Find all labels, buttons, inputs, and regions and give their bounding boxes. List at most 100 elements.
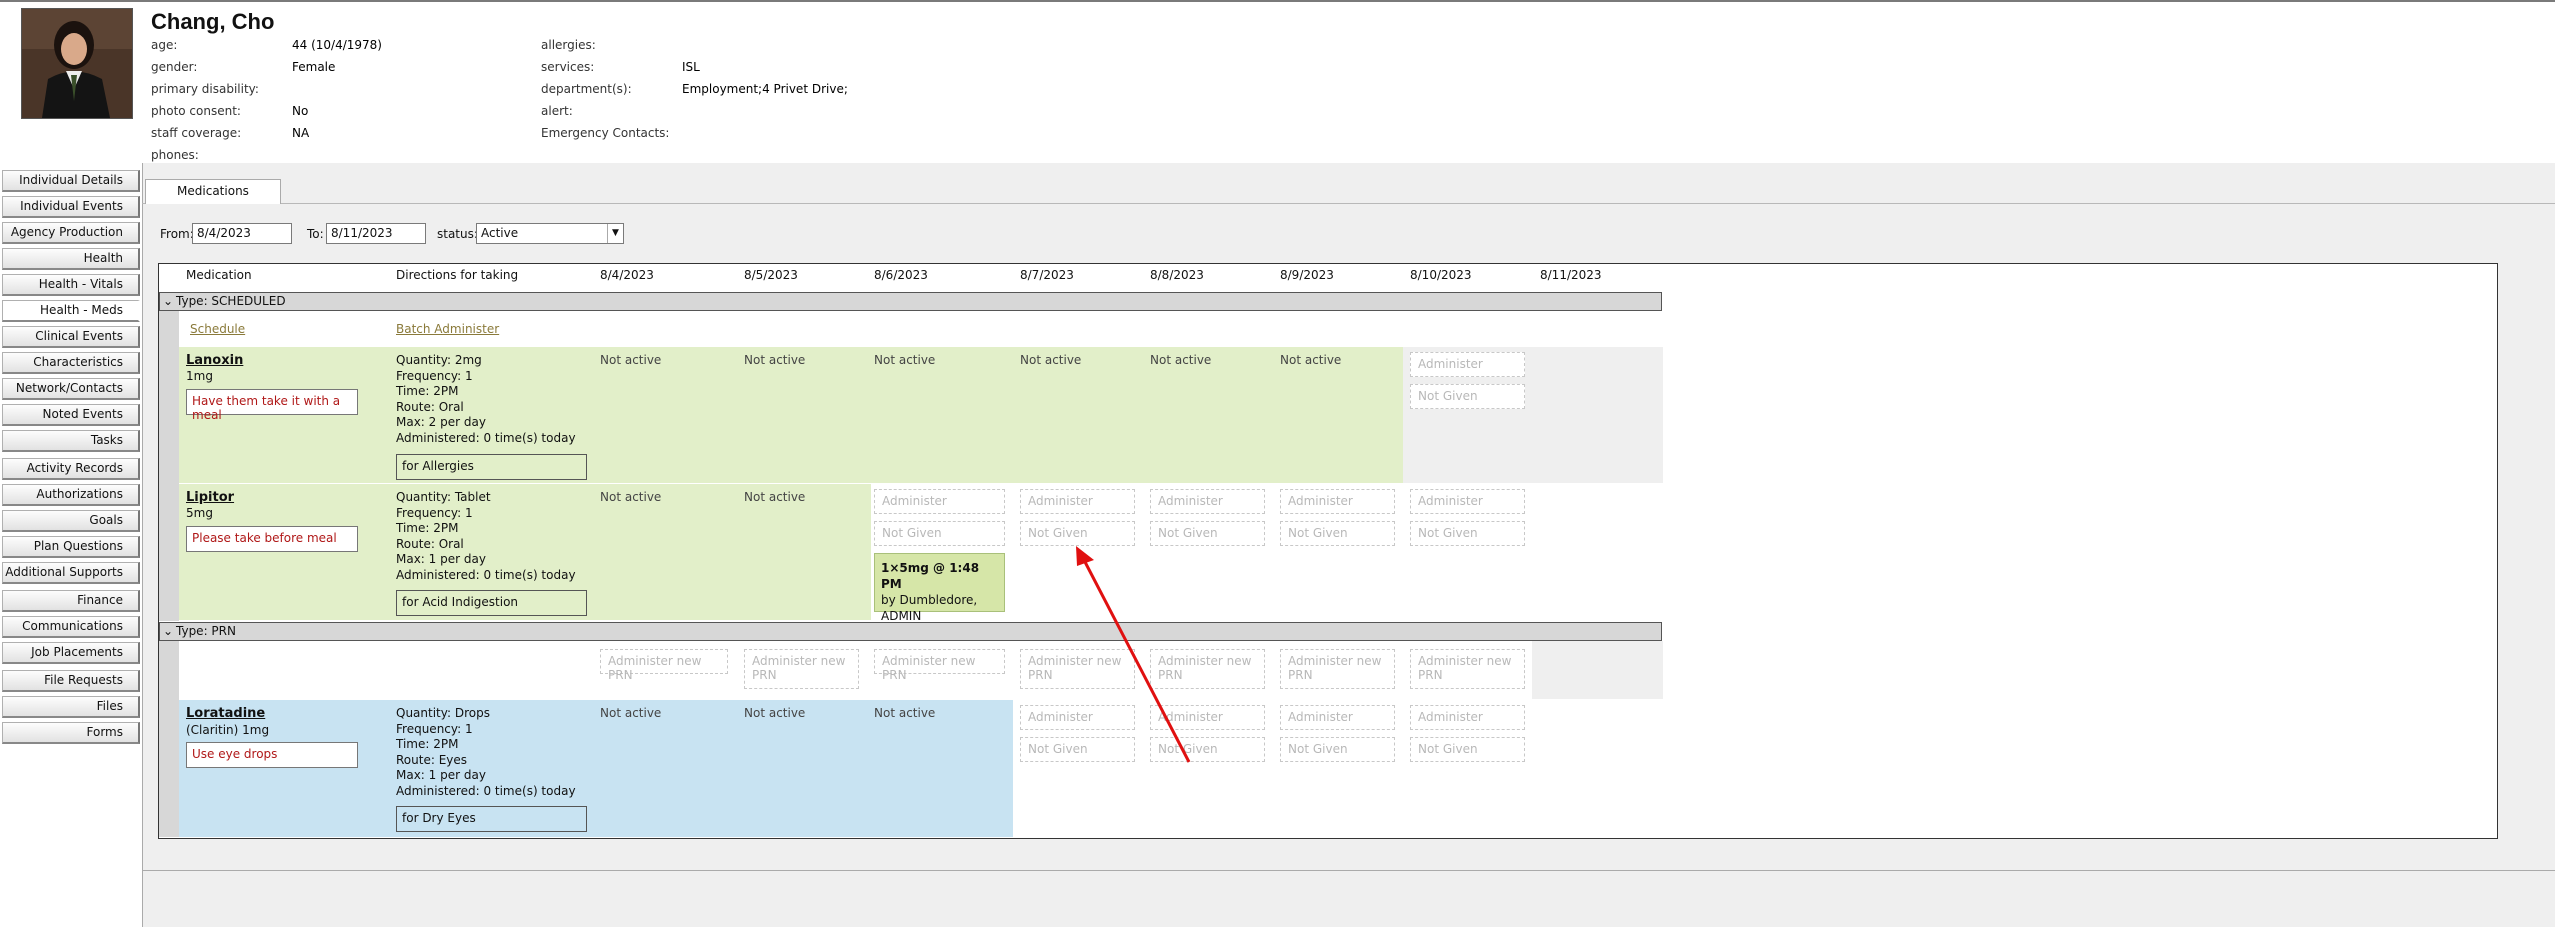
med-dose: 1mg (186, 369, 213, 383)
primary-disability-label: primary disability: (151, 82, 259, 96)
direction-max: Max: 1 per day (396, 552, 486, 567)
chevron-collapse-icon[interactable]: ⌄ (160, 293, 176, 310)
chevron-down-icon[interactable]: ▼ (607, 224, 623, 243)
tab-medications[interactable]: Medications (145, 179, 281, 204)
administer-new-prn-button[interactable]: Administer new PRN (744, 649, 859, 689)
sidebar-item-health-vitals[interactable]: Health - Vitals (2, 274, 140, 296)
status-select[interactable]: Active ▼ (476, 223, 624, 244)
med-name-lipitor[interactable]: Lipitor (186, 490, 234, 505)
not-given-button[interactable]: Not Given (874, 521, 1005, 546)
sidebar-item-finance[interactable]: Finance (2, 590, 140, 612)
not-given-button[interactable]: Not Given (1150, 521, 1265, 546)
administer-button[interactable]: Administer (874, 489, 1005, 514)
administer-button[interactable]: Administer (1150, 705, 1265, 730)
administer-button[interactable]: Administer (1020, 489, 1135, 514)
direction-route: Route: Oral (396, 399, 464, 414)
not-active-cell: Not active (744, 490, 806, 504)
sidebar-item-job-placements[interactable]: Job Placements (2, 642, 140, 664)
directions-lanoxin: Quantity: 2mg Frequency: 1 Time: 2PM Rou… (396, 353, 576, 447)
photo-consent-label: photo consent: (151, 104, 241, 118)
sidebar-item-noted-events[interactable]: Noted Events (2, 404, 140, 426)
not-given-button[interactable]: Not Given (1150, 737, 1265, 762)
departments-label: department(s): (541, 82, 632, 96)
administer-button[interactable]: Administer (1410, 352, 1525, 377)
to-label: To: (307, 227, 324, 241)
not-active-cell: Not active (1150, 353, 1212, 367)
administer-button[interactable]: Administer (1280, 489, 1395, 514)
gender-label: gender: (151, 60, 198, 74)
sidebar-item-plan-questions[interactable]: Plan Questions (2, 536, 140, 558)
not-given-button[interactable]: Not Given (1280, 521, 1395, 546)
type-scheduled-row[interactable]: ⌄ Type: SCHEDULED (159, 292, 1662, 311)
sidebar-item-communications[interactable]: Communications (2, 616, 140, 638)
med-name-loratadine[interactable]: Loratadine (186, 706, 265, 721)
not-given-button[interactable]: Not Given (1410, 521, 1525, 546)
administer-button[interactable]: Administer (1150, 489, 1265, 514)
type-prn-label: Type: PRN (176, 624, 236, 638)
administer-new-prn-button[interactable]: Administer new PRN (1410, 649, 1525, 689)
gender-value: Female (292, 60, 336, 74)
administer-new-prn-button[interactable]: Administer new PRN (1280, 649, 1395, 689)
type-prn-row[interactable]: ⌄ Type: PRN (159, 622, 1662, 641)
not-given-button[interactable]: Not Given (1020, 521, 1135, 546)
administer-new-prn-button[interactable]: Administer new PRN (1150, 649, 1265, 689)
med-name-lanoxin[interactable]: Lanoxin (186, 353, 243, 368)
from-date-input[interactable]: 8/4/2023 (192, 223, 292, 244)
age-value: 44 (10/4/1978) (292, 38, 382, 52)
administer-button[interactable]: Administer (1280, 705, 1395, 730)
med-reason: for Acid Indigestion (396, 590, 587, 616)
med-row-loratadine (179, 700, 1013, 837)
sidebar-item-authorizations[interactable]: Authorizations (2, 484, 140, 506)
header-directions: Directions for taking (396, 268, 519, 282)
administer-new-prn-button[interactable]: Administer new PRN (874, 649, 1005, 682)
staff-coverage-value: NA (292, 126, 310, 140)
header-date: 8/8/2023 (1150, 268, 1204, 282)
sidebar-item-activity-records[interactable]: Activity Records (2, 458, 140, 480)
administration-record[interactable]: 1×5mg @ 1:48 PM by Dumbledore, ADMIN (874, 553, 1005, 623)
not-given-button[interactable]: Not Given (1020, 737, 1135, 762)
batch-administer-link[interactable]: Batch Administer (396, 322, 499, 336)
not-given-button[interactable]: Not Given (1410, 737, 1525, 762)
not-active-cell: Not active (744, 706, 806, 720)
age-label: age: (151, 38, 178, 52)
administer-button[interactable]: Administer (1020, 705, 1135, 730)
header-medication: Medication (186, 268, 252, 282)
not-given-button[interactable]: Not Given (1410, 384, 1525, 409)
services-value: ISL (682, 60, 700, 74)
sidebar-item-file-requests[interactable]: File Requests (2, 670, 140, 692)
not-given-button[interactable]: Not Given (1280, 737, 1395, 762)
client-name: Chang, Cho (151, 9, 275, 34)
med-row-lanoxin (179, 347, 1403, 483)
sidebar-item-characteristics[interactable]: Characteristics (2, 352, 140, 374)
to-date-input[interactable]: 8/11/2023 (326, 223, 426, 244)
administer-new-prn-button[interactable]: Administer new PRN (600, 649, 728, 682)
sidebar-item-network-contacts[interactable]: Network/Contacts (2, 378, 140, 400)
sidebar-item-agency-production[interactable]: Agency Production (2, 222, 140, 244)
administer-button[interactable]: Administer (1410, 489, 1525, 514)
sidebar-item-individual-events[interactable]: Individual Events (2, 196, 140, 218)
header-date: 8/4/2023 (600, 268, 654, 282)
type-scheduled-label: Type: SCHEDULED (176, 294, 286, 308)
header-date: 8/6/2023 (874, 268, 928, 282)
sidebar-item-additional-supports[interactable]: Additional Supports (2, 562, 140, 584)
directions-loratadine: Quantity: Drops Frequency: 1 Time: 2PM R… (396, 706, 576, 800)
direction-administered: Administered: 0 time(s) today (396, 567, 576, 582)
sidebar-item-health-meds[interactable]: Health - Meds (2, 300, 140, 322)
status-select-value: Active (481, 226, 519, 240)
sidebar-item-files[interactable]: Files (2, 696, 140, 718)
sidebar-item-health[interactable]: Health (2, 248, 140, 270)
client-photo (21, 8, 133, 119)
sidebar-item-tasks[interactable]: Tasks (2, 430, 140, 452)
sidebar-item-individual-details[interactable]: Individual Details (2, 170, 140, 192)
direction-route: Route: Oral (396, 536, 464, 551)
administer-button[interactable]: Administer (1410, 705, 1525, 730)
sidebar-item-clinical-events[interactable]: Clinical Events (2, 326, 140, 348)
not-active-cell: Not active (600, 490, 662, 504)
administer-new-prn-button[interactable]: Administer new PRN (1020, 649, 1135, 689)
schedule-link[interactable]: Schedule (190, 322, 245, 336)
from-label: From: (160, 227, 194, 241)
med-note: Use eye drops (186, 742, 358, 768)
chevron-collapse-icon[interactable]: ⌄ (160, 623, 176, 640)
sidebar-item-forms[interactable]: Forms (2, 722, 140, 744)
sidebar-item-goals[interactable]: Goals (2, 510, 140, 532)
